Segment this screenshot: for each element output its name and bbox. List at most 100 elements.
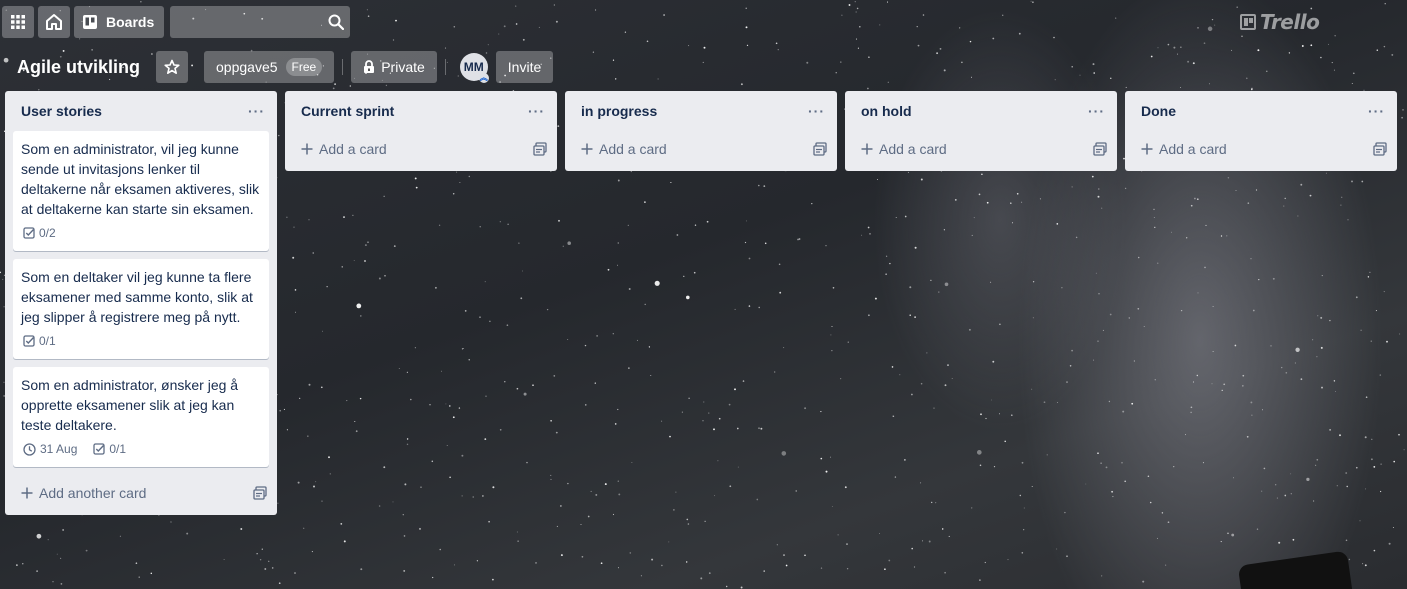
star-dot: [1364, 564, 1367, 567]
list-title[interactable]: User stories: [21, 103, 102, 119]
list-header[interactable]: User stories ···: [5, 91, 277, 131]
star-dot: [885, 255, 888, 257]
list-header[interactable]: Current sprint ···: [285, 91, 557, 131]
star-button[interactable]: [156, 51, 189, 83]
add-card-label: Add a card: [879, 141, 947, 157]
star-dot: [607, 268, 610, 271]
star-dot: [1393, 460, 1395, 463]
list-title[interactable]: in progress: [581, 103, 657, 119]
card[interactable]: Som en deltaker vil jeg kunne ta flere e…: [13, 259, 269, 359]
list-title[interactable]: Current sprint: [301, 103, 394, 119]
star-dot: [973, 217, 975, 219]
star-dot: [681, 411, 683, 413]
list-menu-icon[interactable]: ···: [248, 103, 265, 119]
star-dot: [640, 575, 642, 577]
boards-label: Boards: [106, 14, 155, 30]
star-dot: [326, 286, 328, 288]
card-title: Som en deltaker vil jeg kunne ta flere e…: [21, 269, 253, 325]
list-title[interactable]: on hold: [861, 103, 912, 119]
star-dot: [1180, 309, 1183, 312]
star-dot: [449, 476, 451, 479]
card-template-icon[interactable]: [813, 142, 827, 156]
star-dot: [308, 219, 310, 221]
card-template-icon[interactable]: [1093, 142, 1107, 156]
star-dot: [364, 260, 366, 262]
star-dot: [1101, 575, 1103, 577]
card[interactable]: Som en administrator, vil jeg kunne send…: [13, 131, 269, 251]
star-dot: [359, 397, 362, 400]
add-card-button[interactable]: Add a card: [861, 141, 947, 157]
list-menu-icon[interactable]: ···: [808, 103, 825, 119]
star-dot: [846, 543, 848, 545]
plus-icon: [21, 487, 33, 499]
star-dot: [409, 398, 412, 401]
list-header[interactable]: on hold ···: [845, 91, 1117, 131]
star-dot: [1071, 349, 1073, 352]
add-card-label: Add another card: [39, 485, 147, 501]
star-dot: [581, 555, 584, 558]
star-dot: [2, 278, 4, 280]
card-template-icon[interactable]: [253, 486, 267, 500]
star-dot: [1156, 537, 1158, 539]
star-dot: [1023, 529, 1025, 531]
star-dot: [979, 579, 981, 581]
card-template-icon[interactable]: [533, 142, 547, 156]
star-dot: [1301, 45, 1304, 47]
checklist-count: 0/2: [39, 226, 56, 240]
star-dot: [36, 570, 38, 572]
list-menu-icon[interactable]: ···: [528, 103, 545, 119]
star-dot: [458, 407, 461, 409]
star-dot: [499, 221, 501, 223]
due-date-badge[interactable]: 31 Aug: [23, 442, 77, 456]
star-dot: [1250, 401, 1253, 404]
star-dot: [1102, 329, 1104, 331]
star-dot: [1392, 527, 1394, 528]
boards-button[interactable]: Boards: [74, 6, 165, 38]
star-dot: [706, 220, 709, 223]
add-card-button[interactable]: Add a card: [581, 141, 667, 157]
star-dot: [877, 179, 878, 180]
visibility-button[interactable]: Private: [351, 51, 437, 83]
star-dot: [650, 374, 652, 376]
plus-icon: [301, 143, 313, 155]
star-dot: [600, 562, 603, 565]
star-dot: [1386, 340, 1388, 343]
star-dot: [1097, 195, 1100, 198]
add-card-button[interactable]: Add another card: [21, 485, 146, 501]
star-dot: [1109, 313, 1112, 316]
list-menu-icon[interactable]: ···: [1368, 103, 1385, 119]
star-dot: [783, 554, 785, 557]
add-card-button[interactable]: Add a card: [301, 141, 387, 157]
star-dot: [392, 501, 394, 503]
home-button[interactable]: [38, 6, 70, 38]
star-dot: [717, 460, 719, 462]
star-dot: [1345, 472, 1348, 474]
star-dot: [292, 256, 295, 259]
list-header[interactable]: in progress ···: [565, 91, 837, 131]
trello-logo[interactable]: Trello: [1240, 10, 1320, 34]
invite-button[interactable]: Invite: [495, 51, 554, 83]
card-template-icon[interactable]: [1373, 142, 1387, 156]
star-dot: [340, 523, 343, 525]
star-dot: [580, 524, 582, 526]
star-dot: [1071, 186, 1073, 188]
checklist-icon: [23, 227, 35, 239]
star-dot: [1313, 500, 1315, 502]
add-card-button[interactable]: Add a card: [1141, 141, 1227, 157]
star-dot: [434, 286, 437, 289]
board-title[interactable]: Agile utvikling: [17, 57, 140, 78]
star-dot: [1341, 196, 1343, 198]
apps-button[interactable]: [2, 6, 34, 38]
list-title[interactable]: Done: [1141, 103, 1176, 119]
team-button[interactable]: oppgave5 Free: [204, 51, 335, 83]
member-avatar[interactable]: MM ︽: [459, 53, 489, 83]
search-input[interactable]: [170, 6, 351, 38]
checklist-icon: [23, 335, 35, 347]
list-header[interactable]: Done ···: [1125, 91, 1397, 131]
star-dot: [532, 384, 534, 387]
star-dot: [1340, 204, 1342, 206]
card[interactable]: Som en administrator, ønsker jeg å oppre…: [13, 367, 269, 467]
star-dot: [594, 382, 596, 384]
list-menu-icon[interactable]: ···: [1088, 103, 1105, 119]
star-dot: [1246, 435, 1249, 438]
